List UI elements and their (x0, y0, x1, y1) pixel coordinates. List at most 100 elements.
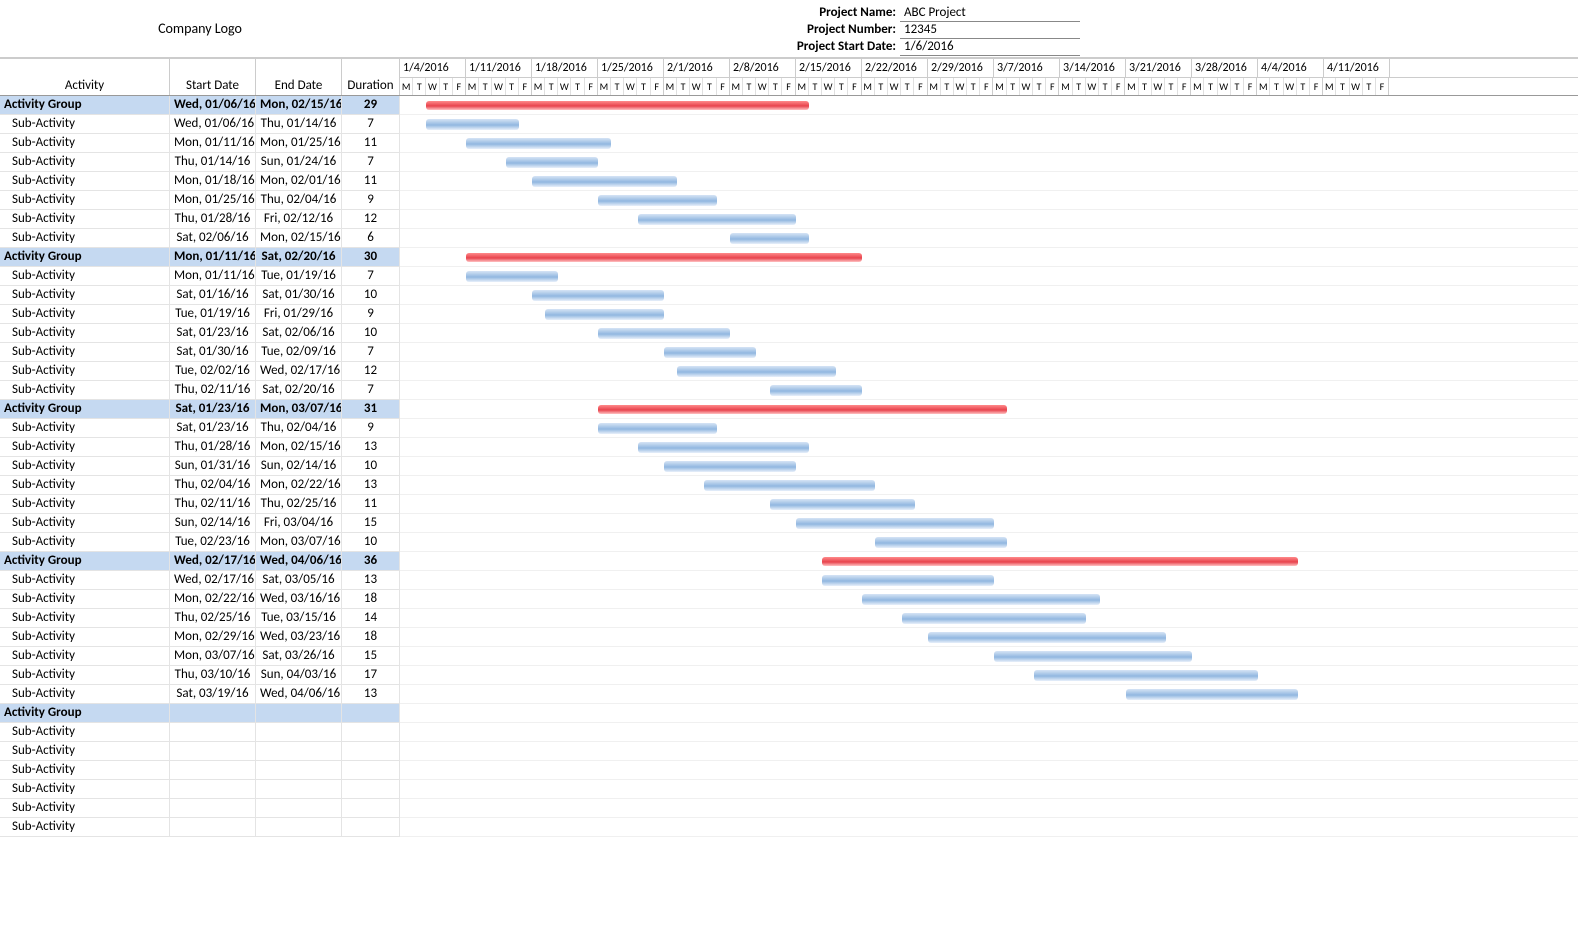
cell-activity[interactable]: Activity Group (0, 552, 170, 570)
cell-duration[interactable]: 13 (342, 438, 400, 456)
cell-duration[interactable] (342, 761, 400, 779)
task-row[interactable]: Sub-ActivitySat, 03/19/16Wed, 04/06/1613 (0, 685, 400, 704)
cell-duration[interactable]: 13 (342, 571, 400, 589)
cell-start[interactable] (170, 723, 256, 741)
task-row[interactable]: Sub-ActivityThu, 03/10/16Sun, 04/03/1617 (0, 666, 400, 685)
cell-duration[interactable]: 10 (342, 324, 400, 342)
cell-end[interactable]: Mon, 02/15/16 (256, 96, 342, 114)
meta-startdate-value[interactable]: 1/6/2016 (900, 38, 1080, 56)
task-row[interactable]: Sub-ActivitySat, 01/30/16Tue, 02/09/167 (0, 343, 400, 362)
cell-start[interactable]: Sat, 01/23/16 (170, 324, 256, 342)
cell-start[interactable] (170, 818, 256, 836)
cell-activity[interactable]: Sub-Activity (0, 267, 170, 285)
cell-duration[interactable] (342, 704, 400, 722)
cell-start[interactable]: Wed, 02/17/16 (170, 571, 256, 589)
cell-start[interactable]: Wed, 01/06/16 (170, 96, 256, 114)
task-bar[interactable] (704, 480, 876, 491)
cell-end[interactable]: Sat, 02/20/16 (256, 248, 342, 266)
task-bar[interactable] (598, 328, 730, 339)
cell-end[interactable]: Thu, 02/04/16 (256, 419, 342, 437)
cell-start[interactable]: Sat, 01/16/16 (170, 286, 256, 304)
cell-duration[interactable]: 7 (342, 343, 400, 361)
cell-activity[interactable]: Sub-Activity (0, 742, 170, 760)
cell-activity[interactable]: Activity Group (0, 96, 170, 114)
cell-start[interactable]: Tue, 02/02/16 (170, 362, 256, 380)
cell-start[interactable]: Thu, 01/28/16 (170, 210, 256, 228)
task-row[interactable]: Sub-ActivitySat, 01/23/16Sat, 02/06/1610 (0, 324, 400, 343)
cell-duration[interactable]: 13 (342, 685, 400, 703)
cell-start[interactable] (170, 742, 256, 760)
group-row[interactable]: Activity GroupMon, 01/11/16Sat, 02/20/16… (0, 248, 400, 267)
cell-duration[interactable] (342, 799, 400, 817)
cell-end[interactable] (256, 723, 342, 741)
cell-duration[interactable]: 9 (342, 419, 400, 437)
cell-activity[interactable]: Sub-Activity (0, 571, 170, 589)
cell-duration[interactable]: 18 (342, 590, 400, 608)
cell-duration[interactable]: 12 (342, 362, 400, 380)
cell-activity[interactable]: Sub-Activity (0, 191, 170, 209)
task-bar[interactable] (1034, 670, 1258, 681)
cell-end[interactable]: Sat, 02/06/16 (256, 324, 342, 342)
task-bar[interactable] (426, 119, 518, 130)
group-row[interactable]: Activity GroupSat, 01/23/16Mon, 03/07/16… (0, 400, 400, 419)
cell-start[interactable]: Mon, 02/29/16 (170, 628, 256, 646)
task-row[interactable]: Sub-ActivityTue, 02/23/16Mon, 03/07/1610 (0, 533, 400, 552)
cell-duration[interactable]: 10 (342, 286, 400, 304)
cell-end[interactable]: Tue, 03/15/16 (256, 609, 342, 627)
cell-activity[interactable]: Sub-Activity (0, 818, 170, 836)
cell-activity[interactable]: Sub-Activity (0, 495, 170, 513)
cell-start[interactable]: Thu, 03/10/16 (170, 666, 256, 684)
task-row[interactable]: Sub-ActivitySat, 01/23/16Thu, 02/04/169 (0, 419, 400, 438)
cell-duration[interactable]: 11 (342, 172, 400, 190)
task-row[interactable]: Sub-Activity (0, 723, 400, 742)
cell-start[interactable]: Wed, 02/17/16 (170, 552, 256, 570)
cell-duration[interactable]: 9 (342, 191, 400, 209)
task-bar[interactable] (822, 575, 994, 586)
task-row[interactable]: Sub-Activity (0, 818, 400, 837)
cell-start[interactable]: Tue, 02/23/16 (170, 533, 256, 551)
cell-start[interactable]: Thu, 02/04/16 (170, 476, 256, 494)
task-bar[interactable] (730, 233, 809, 244)
cell-duration[interactable]: 10 (342, 457, 400, 475)
cell-end[interactable]: Wed, 04/06/16 (256, 685, 342, 703)
cell-end[interactable]: Thu, 01/14/16 (256, 115, 342, 133)
cell-end[interactable] (256, 742, 342, 760)
cell-activity[interactable]: Sub-Activity (0, 533, 170, 551)
cell-end[interactable] (256, 761, 342, 779)
cell-end[interactable] (256, 818, 342, 836)
cell-activity[interactable]: Sub-Activity (0, 457, 170, 475)
task-row[interactable]: Sub-ActivityThu, 02/04/16Mon, 02/22/1613 (0, 476, 400, 495)
task-bar[interactable] (532, 290, 664, 301)
cell-start[interactable]: Wed, 01/06/16 (170, 115, 256, 133)
task-row[interactable]: Sub-Activity (0, 761, 400, 780)
cell-activity[interactable]: Sub-Activity (0, 381, 170, 399)
group-bar[interactable] (822, 557, 1297, 566)
cell-end[interactable]: Fri, 03/04/16 (256, 514, 342, 532)
cell-activity[interactable]: Sub-Activity (0, 780, 170, 798)
task-row[interactable]: Sub-ActivityTue, 02/02/16Wed, 02/17/1612 (0, 362, 400, 381)
cell-start[interactable] (170, 704, 256, 722)
task-bar[interactable] (1126, 689, 1298, 700)
task-row[interactable]: Sub-ActivityThu, 02/11/16Sat, 02/20/167 (0, 381, 400, 400)
task-row[interactable]: Sub-ActivitySat, 02/06/16Mon, 02/15/166 (0, 229, 400, 248)
cell-start[interactable]: Mon, 03/07/16 (170, 647, 256, 665)
cell-activity[interactable]: Sub-Activity (0, 666, 170, 684)
cell-activity[interactable]: Sub-Activity (0, 229, 170, 247)
cell-activity[interactable]: Activity Group (0, 704, 170, 722)
cell-start[interactable]: Thu, 02/11/16 (170, 381, 256, 399)
col-header-start[interactable]: Start Date (170, 59, 256, 95)
cell-start[interactable]: Mon, 01/11/16 (170, 267, 256, 285)
cell-activity[interactable]: Sub-Activity (0, 324, 170, 342)
cell-duration[interactable]: 31 (342, 400, 400, 418)
cell-duration[interactable]: 7 (342, 115, 400, 133)
task-row[interactable]: Sub-ActivityMon, 01/11/16Mon, 01/25/1611 (0, 134, 400, 153)
cell-duration[interactable]: 36 (342, 552, 400, 570)
task-bar[interactable] (598, 195, 717, 206)
cell-end[interactable]: Mon, 01/25/16 (256, 134, 342, 152)
cell-end[interactable]: Tue, 02/09/16 (256, 343, 342, 361)
col-header-activity[interactable]: Activity (0, 59, 170, 95)
cell-duration[interactable]: 11 (342, 495, 400, 513)
task-bar[interactable] (770, 385, 862, 396)
col-header-duration[interactable]: Duration (342, 59, 400, 95)
cell-duration[interactable]: 18 (342, 628, 400, 646)
